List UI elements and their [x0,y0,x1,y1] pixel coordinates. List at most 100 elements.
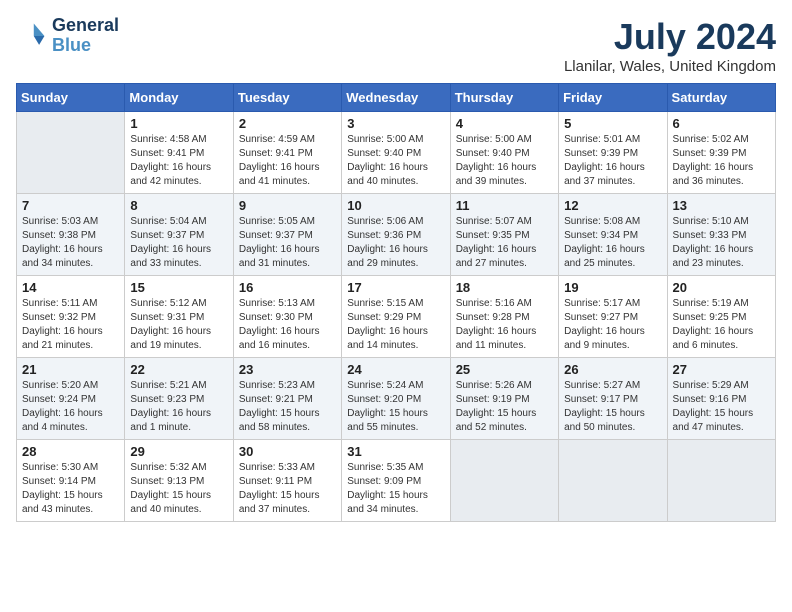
calendar-week-row: 7 Sunrise: 5:03 AM Sunset: 9:38 PM Daylig… [17,194,776,276]
day-number: 19 [564,280,661,295]
calendar-week-row: 1 Sunrise: 4:58 AM Sunset: 9:41 PM Daylig… [17,112,776,194]
day-number: 17 [347,280,444,295]
day-number: 29 [130,444,227,459]
calendar-cell: 14 Sunrise: 5:11 AM Sunset: 9:32 PM Dayli… [17,276,125,358]
calendar-cell: 12 Sunrise: 5:08 AM Sunset: 9:34 PM Dayli… [559,194,667,276]
day-info: Sunrise: 5:24 AM Sunset: 9:20 PM Dayligh… [347,379,444,435]
day-info: Sunrise: 5:16 AM Sunset: 9:28 PM Dayligh… [456,297,553,353]
day-number: 22 [130,362,227,377]
calendar-cell: 18 Sunrise: 5:16 AM Sunset: 9:28 PM Dayli… [450,276,558,358]
logo-line1: General [52,16,119,36]
day-info: Sunrise: 5:35 AM Sunset: 9:09 PM Dayligh… [347,461,444,517]
calendar-cell: 13 Sunrise: 5:10 AM Sunset: 9:33 PM Dayli… [667,194,775,276]
day-number: 8 [130,198,227,213]
logo-text: General Blue [52,16,119,56]
day-info: Sunrise: 5:11 AM Sunset: 9:32 PM Dayligh… [22,297,119,353]
day-number: 2 [239,116,336,131]
day-number: 30 [239,444,336,459]
day-number: 5 [564,116,661,131]
day-info: Sunrise: 5:02 AM Sunset: 9:39 PM Dayligh… [673,133,770,189]
calendar-week-row: 21Sunrise: 5:20 AM Sunset: 9:24 PM Dayli… [17,358,776,440]
weekday-header-row: SundayMondayTuesdayWednesdayThursdayFrid… [17,84,776,112]
day-number: 20 [673,280,770,295]
day-info: Sunrise: 5:17 AM Sunset: 9:27 PM Dayligh… [564,297,661,353]
calendar-cell: 11 Sunrise: 5:07 AM Sunset: 9:35 PM Dayli… [450,194,558,276]
day-info: Sunrise: 5:06 AM Sunset: 9:36 PM Dayligh… [347,215,444,271]
day-number: 14 [22,280,119,295]
day-number: 1 [130,116,227,131]
day-number: 7 [22,198,119,213]
day-number: 18 [456,280,553,295]
day-number: 9 [239,198,336,213]
logo-line2: Blue [52,36,119,56]
calendar-cell: 7 Sunrise: 5:03 AM Sunset: 9:38 PM Daylig… [17,194,125,276]
calendar-cell: 1 Sunrise: 4:58 AM Sunset: 9:41 PM Daylig… [125,112,233,194]
day-number: 24 [347,362,444,377]
day-info: Sunrise: 4:59 AM Sunset: 9:41 PM Dayligh… [239,133,336,189]
calendar-cell: 3 Sunrise: 5:00 AM Sunset: 9:40 PM Daylig… [342,112,450,194]
day-number: 25 [456,362,553,377]
day-info: Sunrise: 5:33 AM Sunset: 9:11 PM Dayligh… [239,461,336,517]
day-number: 13 [673,198,770,213]
title-block: July 2024 Llanilar, Wales, United Kingdo… [564,16,776,75]
day-info: Sunrise: 5:00 AM Sunset: 9:40 PM Dayligh… [347,133,444,189]
day-number: 28 [22,444,119,459]
day-info: Sunrise: 5:08 AM Sunset: 9:34 PM Dayligh… [564,215,661,271]
calendar-cell: 23 Sunrise: 5:23 AM Sunset: 9:21 PM Dayli… [233,358,341,440]
day-number: 12 [564,198,661,213]
day-info: Sunrise: 5:03 AM Sunset: 9:38 PM Dayligh… [22,215,119,271]
day-info: Sunrise: 5:04 AM Sunset: 9:37 PM Dayligh… [130,215,227,271]
day-number: 3 [347,116,444,131]
day-number: 21 [22,362,119,377]
day-info: Sunrise: 5:01 AM Sunset: 9:39 PM Dayligh… [564,133,661,189]
day-info: Sunrise: 5:13 AM Sunset: 9:30 PM Dayligh… [239,297,336,353]
calendar-cell: 28 Sunrise: 5:30 AM Sunset: 9:14 PM Dayli… [17,440,125,522]
day-info: Sunrise: 5:05 AM Sunset: 9:37 PM Dayligh… [239,215,336,271]
day-number: 23 [239,362,336,377]
day-info: Sunrise: 5:07 AM Sunset: 9:35 PM Dayligh… [456,215,553,271]
day-info: Sunrise: 5:32 AM Sunset: 9:13 PM Dayligh… [130,461,227,517]
calendar-cell: 24 Sunrise: 5:24 AM Sunset: 9:20 PM Dayli… [342,358,450,440]
calendar-cell: 2 Sunrise: 4:59 AM Sunset: 9:41 PM Daylig… [233,112,341,194]
day-number: 11 [456,198,553,213]
day-info: Sunrise: 4:58 AM Sunset: 9:41 PM Dayligh… [130,133,227,189]
logo-icon [16,20,48,52]
weekday-header-sunday: Sunday [17,84,125,112]
calendar-cell: 27Sunrise: 5:29 AM Sunset: 9:16 PM Dayli… [667,358,775,440]
day-info: Sunrise: 5:29 AM Sunset: 9:16 PM Dayligh… [673,379,770,435]
day-number: 10 [347,198,444,213]
weekday-header-monday: Monday [125,84,233,112]
day-info: Sunrise: 5:21 AM Sunset: 9:23 PM Dayligh… [130,379,227,435]
calendar-cell: 20 Sunrise: 5:19 AM Sunset: 9:25 PM Dayli… [667,276,775,358]
month-title: July 2024 [564,16,776,58]
weekday-header-tuesday: Tuesday [233,84,341,112]
calendar-cell: 30 Sunrise: 5:33 AM Sunset: 9:11 PM Dayli… [233,440,341,522]
calendar-week-row: 14 Sunrise: 5:11 AM Sunset: 9:32 PM Dayli… [17,276,776,358]
day-info: Sunrise: 5:23 AM Sunset: 9:21 PM Dayligh… [239,379,336,435]
calendar-cell: 15Sunrise: 5:12 AM Sunset: 9:31 PM Dayli… [125,276,233,358]
weekday-header-wednesday: Wednesday [342,84,450,112]
calendar-cell: 31Sunrise: 5:35 AM Sunset: 9:09 PM Dayli… [342,440,450,522]
calendar-cell: 10 Sunrise: 5:06 AM Sunset: 9:36 PM Dayli… [342,194,450,276]
day-number: 6 [673,116,770,131]
day-info: Sunrise: 5:10 AM Sunset: 9:33 PM Dayligh… [673,215,770,271]
calendar-cell: 29 Sunrise: 5:32 AM Sunset: 9:13 PM Dayli… [125,440,233,522]
calendar-table: SundayMondayTuesdayWednesdayThursdayFrid… [16,83,776,522]
calendar-cell: 25 Sunrise: 5:26 AM Sunset: 9:19 PM Dayli… [450,358,558,440]
day-info: Sunrise: 5:12 AM Sunset: 9:31 PM Dayligh… [130,297,227,353]
day-info: Sunrise: 5:27 AM Sunset: 9:17 PM Dayligh… [564,379,661,435]
day-number: 4 [456,116,553,131]
calendar-cell: 8 Sunrise: 5:04 AM Sunset: 9:37 PM Daylig… [125,194,233,276]
weekday-header-saturday: Saturday [667,84,775,112]
calendar-cell: 19 Sunrise: 5:17 AM Sunset: 9:27 PM Dayli… [559,276,667,358]
day-info: Sunrise: 5:26 AM Sunset: 9:19 PM Dayligh… [456,379,553,435]
calendar-cell: 6 Sunrise: 5:02 AM Sunset: 9:39 PM Daylig… [667,112,775,194]
day-number: 16 [239,280,336,295]
day-info: Sunrise: 5:19 AM Sunset: 9:25 PM Dayligh… [673,297,770,353]
logo: General Blue [16,16,119,56]
day-info: Sunrise: 5:30 AM Sunset: 9:14 PM Dayligh… [22,461,119,517]
page-header: General Blue July 2024 Llanilar, Wales, … [16,16,776,75]
weekday-header-friday: Friday [559,84,667,112]
calendar-cell: 21Sunrise: 5:20 AM Sunset: 9:24 PM Dayli… [17,358,125,440]
calendar-week-row: 28 Sunrise: 5:30 AM Sunset: 9:14 PM Dayli… [17,440,776,522]
